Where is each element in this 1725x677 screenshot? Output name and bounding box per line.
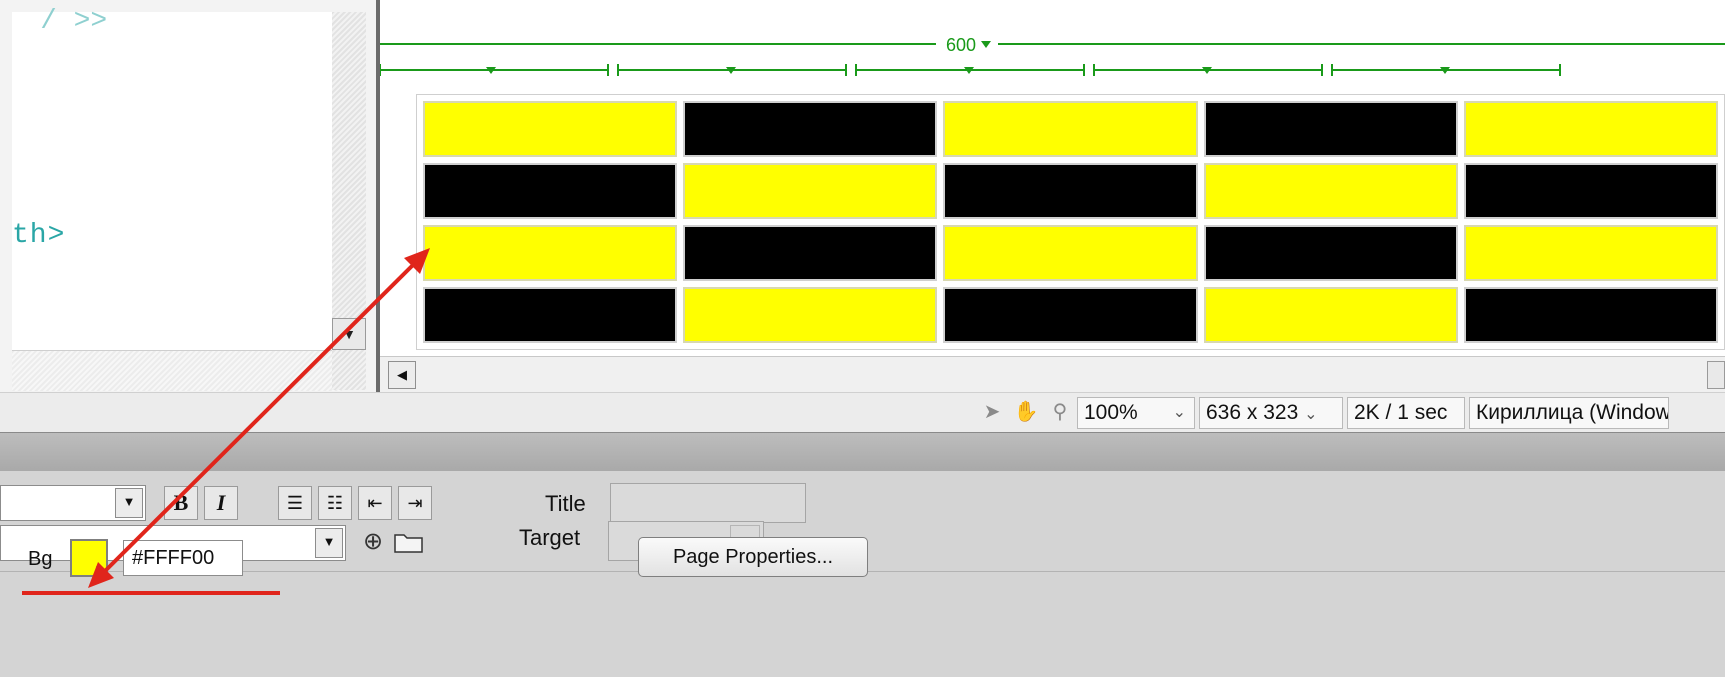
italic-button[interactable]: I <box>204 486 238 520</box>
table-cell-black[interactable] <box>1203 101 1458 157</box>
chevron-down-icon: ⌄ <box>1304 406 1318 423</box>
table-cell-yellow[interactable] <box>683 163 938 219</box>
folder-icon[interactable] <box>393 529 425 555</box>
code-line-partial: / >> <box>40 6 108 28</box>
table-cell-black[interactable] <box>683 225 938 281</box>
table-cell-black[interactable] <box>423 287 678 343</box>
bold-button[interactable]: B <box>164 486 198 520</box>
ordered-list-icon[interactable]: ☷ <box>318 486 352 520</box>
bg-label: Bg <box>28 548 53 570</box>
code-line: th> <box>12 220 66 251</box>
zoom-select[interactable]: 100% ⌄ <box>1077 397 1195 429</box>
table-cell-yellow[interactable] <box>943 225 1198 281</box>
width-dropdown-icon <box>981 41 991 48</box>
table-cell-black[interactable] <box>1463 287 1718 343</box>
target-label: Target <box>519 525 581 550</box>
table-cell-yellow[interactable] <box>1203 163 1458 219</box>
format-select[interactable]: ▼ <box>0 485 146 521</box>
zoom-tool-icon[interactable]: ⚲ <box>1043 397 1077 429</box>
outdent-icon[interactable]: ⇤ <box>358 486 392 520</box>
properties-panel-header[interactable] <box>0 432 1725 472</box>
table-cell-yellow[interactable] <box>1463 225 1718 281</box>
table-row <box>423 225 1718 281</box>
column-width-guides <box>380 64 1561 76</box>
chevron-down-icon: ⌄ <box>1172 404 1186 421</box>
table-cell-black[interactable] <box>683 101 938 157</box>
indent-icon[interactable]: ⇥ <box>398 486 432 520</box>
status-bar: ➤ ✋ ⚲ 100% ⌄ 636 x 323 ⌄ 2K / 1 sec Кири… <box>0 392 1725 433</box>
page-properties-button[interactable]: Page Properties... <box>638 537 868 577</box>
dropdown-arrow-icon[interactable]: ▼ <box>315 528 343 558</box>
download-speed: 2K / 1 sec <box>1347 397 1465 429</box>
bg-color-swatch[interactable]: ▼ <box>70 539 108 577</box>
swatch-dropdown-icon: ▼ <box>94 564 104 575</box>
table-row <box>423 163 1718 219</box>
table-cell-yellow[interactable] <box>1463 101 1718 157</box>
table-width-label: 600 <box>946 35 976 55</box>
dropdown-arrow-icon[interactable]: ▼ <box>115 488 143 518</box>
table-cell-black[interactable] <box>423 163 678 219</box>
table-row <box>423 101 1718 157</box>
table-width-guides: 600 <box>380 35 1725 76</box>
scroll-down-arrow-icon[interactable]: ▼ <box>332 318 366 350</box>
table-cell-yellow[interactable] <box>1203 287 1458 343</box>
hand-tool-icon[interactable]: ✋ <box>1009 397 1043 429</box>
unordered-list-icon[interactable]: ☰ <box>278 486 312 520</box>
title-input[interactable] <box>610 483 806 523</box>
design-horizontal-scrollbar[interactable]: ◀ <box>380 356 1725 393</box>
table-cell-black[interactable] <box>943 287 1198 343</box>
table-cell-yellow[interactable] <box>943 101 1198 157</box>
window-size-select[interactable]: 636 x 323 ⌄ <box>1199 397 1343 429</box>
code-horizontal-scrollbar[interactable] <box>12 350 342 391</box>
design-view[interactable]: 600 <box>380 0 1725 356</box>
folder-icon-shape <box>394 534 423 553</box>
bg-color-input[interactable]: #FFFF00 <box>123 540 243 576</box>
code-view[interactable]: / >> th> <box>12 6 342 391</box>
table-row <box>423 287 1718 343</box>
encoding-indicator: Кириллица (Windows) <box>1469 397 1669 429</box>
table-cell-yellow[interactable] <box>423 225 678 281</box>
checkerboard-table[interactable] <box>416 94 1725 350</box>
annotation-underline <box>22 591 280 595</box>
zoom-value: 100% <box>1084 401 1138 424</box>
title-label: Title <box>545 491 586 516</box>
table-cell-yellow[interactable] <box>423 101 678 157</box>
select-tool-icon[interactable]: ➤ <box>975 397 1009 429</box>
scroll-thumb[interactable] <box>1707 361 1725 389</box>
scroll-left-arrow-icon[interactable]: ◀ <box>388 361 416 389</box>
property-inspector: ▼ B I ☰ ☷ ⇤ ⇥ Title ▼ ⊕ Target ▼ Bg ▼ #F… <box>0 471 1725 677</box>
table-cell-yellow[interactable] <box>683 287 938 343</box>
window-size-value: 636 x 323 <box>1206 401 1299 424</box>
table-cell-black[interactable] <box>1463 163 1718 219</box>
table-cell-black[interactable] <box>1203 225 1458 281</box>
table-cell-black[interactable] <box>943 163 1198 219</box>
point-to-file-icon[interactable]: ⊕ <box>358 527 388 557</box>
